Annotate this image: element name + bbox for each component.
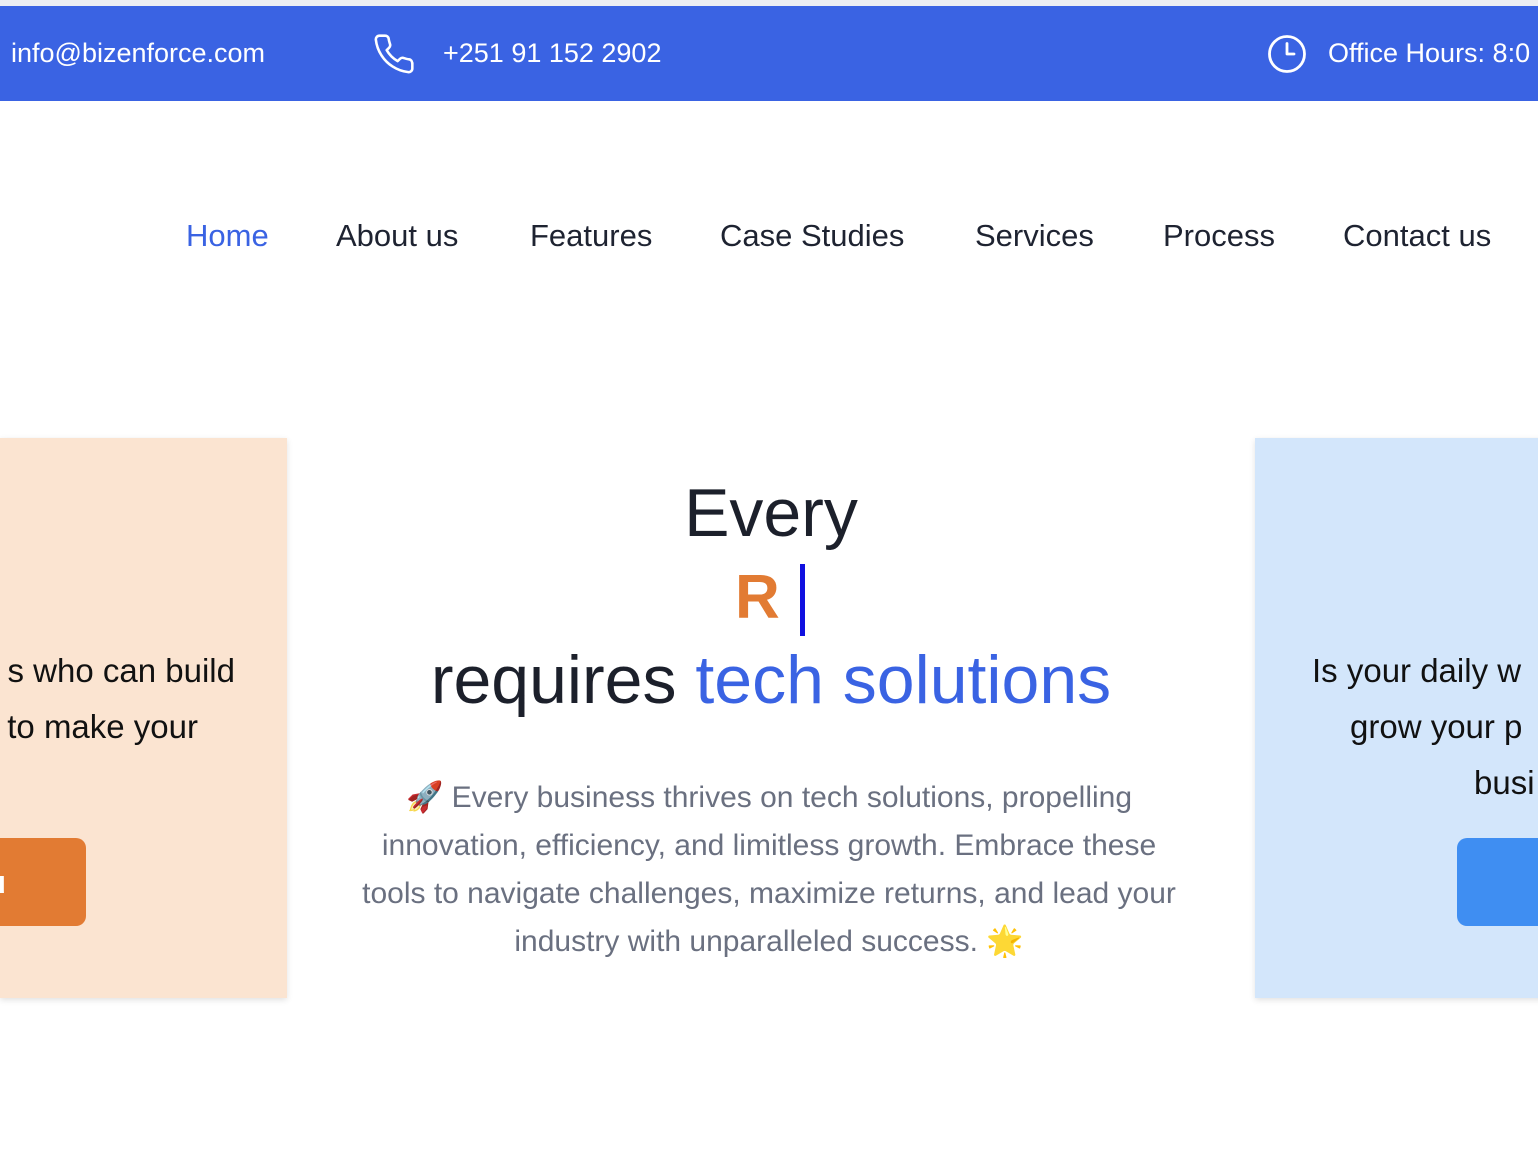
- hero-title-highlight: tech solutions: [695, 642, 1112, 718]
- nav-case-studies[interactable]: Case Studies: [720, 218, 904, 254]
- contact-topbar: info@bizenforce.com +251 91 152 2902 Off…: [0, 6, 1538, 101]
- nav-services[interactable]: Services: [975, 218, 1094, 254]
- phone-text[interactable]: +251 91 152 2902: [443, 38, 661, 69]
- topbar-email[interactable]: info@bizenforce.com: [11, 6, 265, 101]
- hero-title-line-1: Every: [684, 475, 858, 551]
- hero-title-prefix: requires: [430, 642, 696, 718]
- nav-process[interactable]: Process: [1163, 218, 1275, 254]
- card-right-line-2: grow your p: [1350, 708, 1523, 745]
- nav-home[interactable]: Home: [186, 218, 269, 254]
- nav-contact-us[interactable]: Contact us: [1343, 218, 1491, 254]
- card-right-line-3: busi: [1474, 764, 1535, 801]
- main-nav: Home About us Features Case Studies Serv…: [0, 218, 1538, 262]
- card-right-line-1: Is your daily w: [1312, 652, 1522, 689]
- topbar-phone[interactable]: +251 91 152 2902: [372, 6, 661, 101]
- card-left-cta-button[interactable]: u: [0, 838, 86, 926]
- hero-description: 🚀 Every business thrives on tech solutio…: [362, 781, 1176, 958]
- office-hours-text: Office Hours: 8:0: [1328, 38, 1531, 68]
- clock-icon: [1266, 33, 1308, 75]
- phone-icon: [372, 32, 416, 76]
- card-left-line-2: to make your: [7, 708, 198, 745]
- hero-section: Every R requires tech solutions: [287, 470, 1255, 720]
- topbar-hours: Office Hours: 8:0: [1266, 6, 1530, 101]
- nav-about-us[interactable]: About us: [336, 218, 458, 254]
- card-left-line-1: s who can build: [7, 652, 235, 689]
- card-left-text: s who can build to make your: [0, 643, 235, 755]
- hero-typed-word: R: [735, 563, 780, 632]
- hero-typed-row: R: [287, 556, 1255, 640]
- email-text[interactable]: info@bizenforce.com: [11, 38, 265, 69]
- carousel-card-left: s who can build to make your u: [0, 438, 287, 998]
- card-right-text: Is your daily w grow your p busi: [1312, 643, 1535, 811]
- carousel-card-right: Is your daily w grow your p busi: [1255, 438, 1538, 998]
- nav-features[interactable]: Features: [530, 218, 652, 254]
- card-right-cta-button[interactable]: [1457, 838, 1538, 926]
- hero-title-line-3: requires tech solutions: [287, 640, 1255, 720]
- typing-caret: [800, 564, 805, 636]
